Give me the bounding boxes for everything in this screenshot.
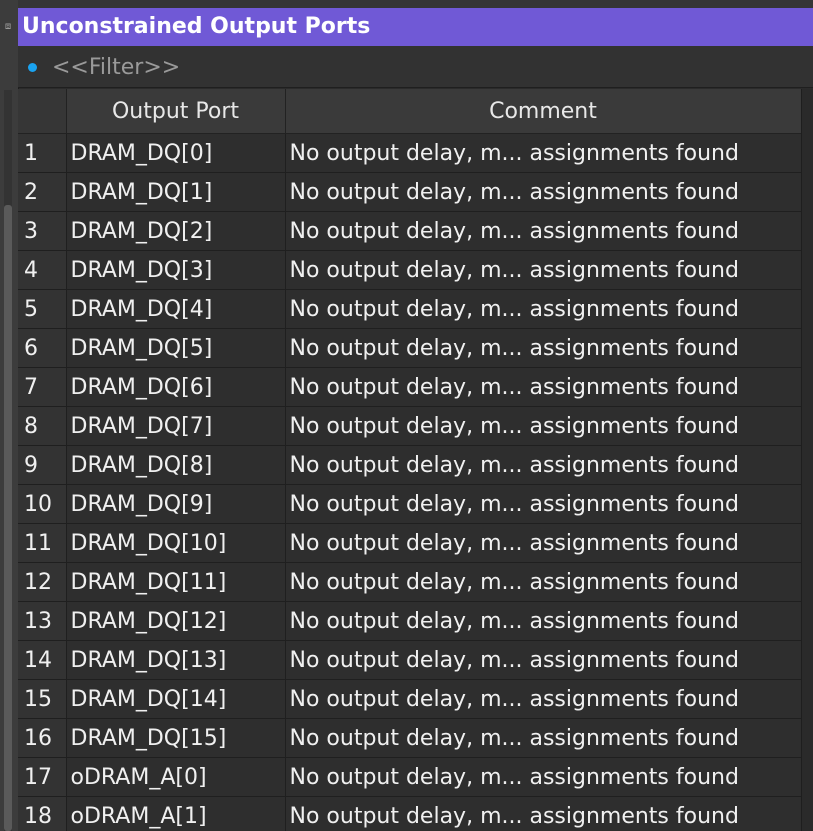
- table-row[interactable]: 17 oDRAM_A[0] No output delay, m... assign…: [18, 757, 802, 797]
- table-row[interactable]: 14 DRAM_DQ[13] No output delay, m... assig…: [18, 640, 802, 680]
- output-port-cell: DRAM_DQ[8]: [66, 445, 286, 485]
- table-row[interactable]: 6 DRAM_DQ[5] No output delay, m... assignm…: [18, 328, 802, 368]
- row-index: 7: [18, 367, 67, 407]
- row-index: 17: [18, 757, 67, 797]
- output-port-cell: DRAM_DQ[2]: [66, 211, 286, 251]
- table-row[interactable]: 15 DRAM_DQ[14] No output delay, m... assig…: [18, 679, 802, 719]
- output-port-cell: DRAM_DQ[6]: [66, 367, 286, 407]
- column-header-comment[interactable]: Comment: [285, 89, 802, 134]
- comment-cell: No output delay, m... assignments found: [285, 211, 802, 251]
- table-row[interactable]: 11 DRAM_DQ[10] No output delay, m... assig…: [18, 523, 802, 563]
- table-row[interactable]: 1 DRAM_DQ[0] No output delay, m... assignm…: [18, 133, 802, 173]
- row-index: 14: [18, 640, 67, 680]
- comment-cell: No output delay, m... assignments found: [285, 640, 802, 680]
- table-row[interactable]: 7 DRAM_DQ[6] No output delay, m... assignm…: [18, 367, 802, 407]
- table-row[interactable]: 18 oDRAM_A[1] No output delay, m... assign…: [18, 796, 802, 831]
- column-header-index[interactable]: [18, 89, 67, 134]
- comment-cell: No output delay, m... assignments found: [285, 133, 802, 173]
- output-port-cell: DRAM_DQ[11]: [66, 562, 286, 602]
- row-index: 3: [18, 211, 67, 251]
- row-index: 11: [18, 523, 67, 563]
- output-port-cell: DRAM_DQ[3]: [66, 250, 286, 290]
- row-index: 13: [18, 601, 67, 641]
- output-ports-table-container: Output Port Comment 1 DRAM_DQ[0] No output…: [18, 89, 813, 831]
- output-port-cell: DRAM_DQ[13]: [66, 640, 286, 680]
- row-index: 5: [18, 289, 67, 329]
- column-header-output-port[interactable]: Output Port: [66, 89, 286, 134]
- output-port-cell: DRAM_DQ[15]: [66, 718, 286, 758]
- filter-bar: [18, 46, 813, 88]
- table-row[interactable]: 4 DRAM_DQ[3] No output delay, m... assignm…: [18, 250, 802, 290]
- comment-cell: No output delay, m... assignments found: [285, 172, 802, 212]
- row-index: 16: [18, 718, 67, 758]
- comment-cell: No output delay, m... assignments found: [285, 289, 802, 329]
- right-scroll-edge: [801, 89, 813, 831]
- comment-cell: No output delay, m... assignments found: [285, 718, 802, 758]
- table-row[interactable]: 12 DRAM_DQ[11] No output delay, m... assig…: [18, 562, 802, 602]
- comment-cell: No output delay, m... assignments found: [285, 679, 802, 719]
- table-row[interactable]: 9 DRAM_DQ[8] No output delay, m... assignm…: [18, 445, 802, 485]
- filter-indicator-icon: [28, 63, 37, 72]
- row-index: 12: [18, 562, 67, 602]
- vertical-scrollbar-thumb[interactable]: [4, 205, 12, 831]
- row-index: 4: [18, 250, 67, 290]
- output-port-cell: DRAM_DQ[1]: [66, 172, 286, 212]
- table-row[interactable]: 2 DRAM_DQ[1] No output delay, m... assignm…: [18, 172, 802, 212]
- table-row[interactable]: 10 DRAM_DQ[9] No output delay, m... assign…: [18, 484, 802, 524]
- comment-cell: No output delay, m... assignments found: [285, 601, 802, 641]
- panel-title: Unconstrained Output Ports: [18, 8, 813, 46]
- comment-cell: No output delay, m... assignments found: [285, 484, 802, 524]
- row-index: 18: [18, 796, 67, 831]
- output-port-cell: DRAM_DQ[0]: [66, 133, 286, 173]
- output-port-cell: DRAM_DQ[12]: [66, 601, 286, 641]
- row-index: 6: [18, 328, 67, 368]
- row-index: 9: [18, 445, 67, 485]
- comment-cell: No output delay, m... assignments found: [285, 406, 802, 446]
- output-ports-table: Output Port Comment 1 DRAM_DQ[0] No output…: [18, 89, 802, 831]
- table-row[interactable]: 13 DRAM_DQ[12] No output delay, m... assig…: [18, 601, 802, 641]
- left-toolbar-strip: ⧈: [0, 0, 19, 831]
- comment-cell: No output delay, m... assignments found: [285, 523, 802, 563]
- comment-cell: No output delay, m... assignments found: [285, 562, 802, 602]
- table-row[interactable]: 8 DRAM_DQ[7] No output delay, m... assignm…: [18, 406, 802, 446]
- top-divider: [18, 0, 813, 8]
- row-index: 10: [18, 484, 67, 524]
- comment-cell: No output delay, m... assignments found: [285, 250, 802, 290]
- filter-input[interactable]: [52, 52, 792, 82]
- comment-cell: No output delay, m... assignments found: [285, 367, 802, 407]
- output-port-cell: DRAM_DQ[7]: [66, 406, 286, 446]
- row-index: 8: [18, 406, 67, 446]
- comment-cell: No output delay, m... assignments found: [285, 328, 802, 368]
- table-row[interactable]: 16 DRAM_DQ[15] No output delay, m... assig…: [18, 718, 802, 758]
- row-index: 1: [18, 133, 67, 173]
- table-header-row: Output Port Comment: [18, 89, 802, 134]
- row-index: 2: [18, 172, 67, 212]
- output-port-cell: DRAM_DQ[10]: [66, 523, 286, 563]
- output-port-cell: DRAM_DQ[9]: [66, 484, 286, 524]
- output-port-cell: oDRAM_A[0]: [66, 757, 286, 797]
- comment-cell: No output delay, m... assignments found: [285, 445, 802, 485]
- restore-window-icon[interactable]: ⧈: [1, 20, 15, 34]
- output-port-cell: DRAM_DQ[14]: [66, 679, 286, 719]
- comment-cell: No output delay, m... assignments found: [285, 757, 802, 797]
- row-index: 15: [18, 679, 67, 719]
- table-row[interactable]: 5 DRAM_DQ[4] No output delay, m... assignm…: [18, 289, 802, 329]
- output-port-cell: oDRAM_A[1]: [66, 796, 286, 831]
- table-row[interactable]: 3 DRAM_DQ[2] No output delay, m... assignm…: [18, 211, 802, 251]
- comment-cell: No output delay, m... assignments found: [285, 796, 802, 831]
- output-port-cell: DRAM_DQ[5]: [66, 328, 286, 368]
- output-port-cell: DRAM_DQ[4]: [66, 289, 286, 329]
